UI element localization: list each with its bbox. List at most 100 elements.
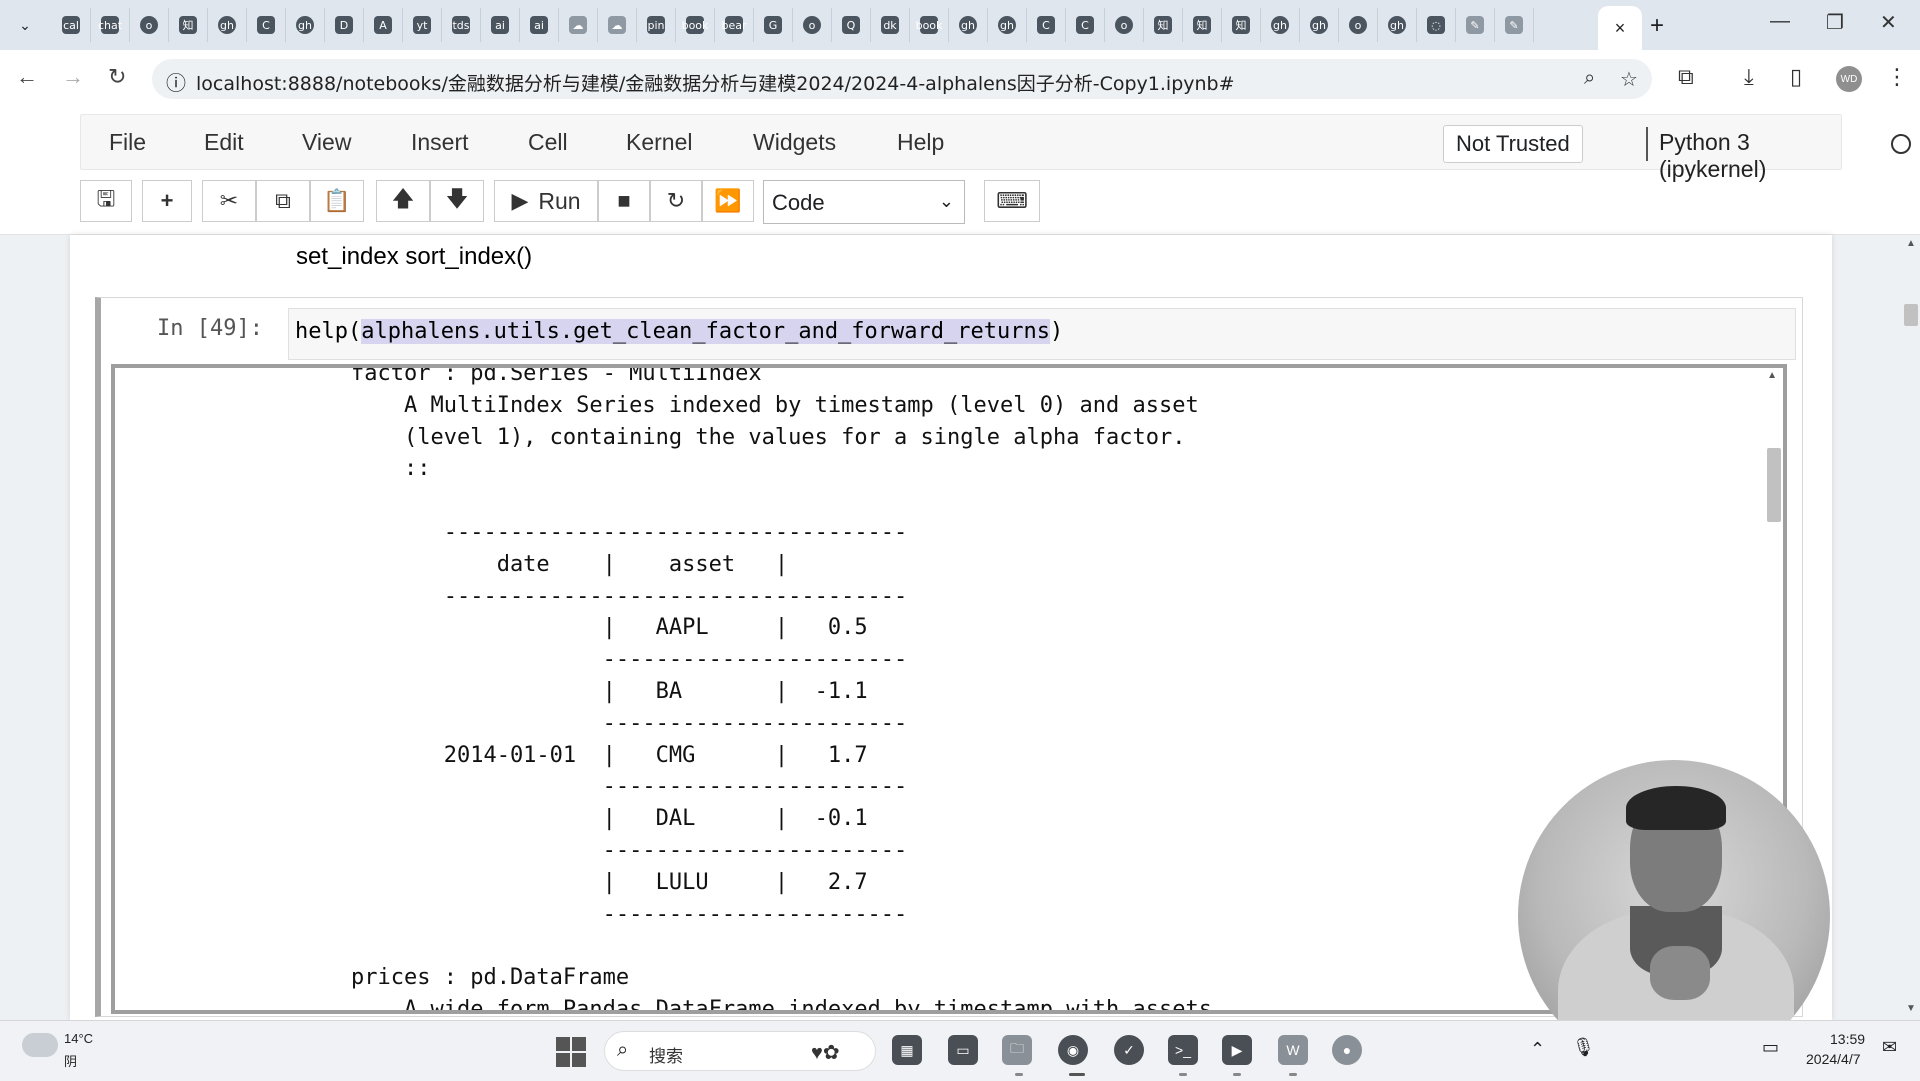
close-tab-icon[interactable]: × — [1615, 18, 1626, 39]
tab-search-chevron-icon[interactable]: ⌄ — [12, 12, 38, 38]
output-scroll-up-icon[interactable]: ▲ — [1767, 370, 1777, 381]
menu-cell[interactable]: Cell — [528, 129, 568, 156]
trust-status-button[interactable]: Not Trusted — [1443, 125, 1583, 163]
browser-tab[interactable]: o — [1105, 8, 1144, 42]
weather-condition[interactable]: 阴 — [64, 1051, 77, 1070]
browser-tab[interactable]: gh — [286, 8, 325, 42]
menu-kernel[interactable]: Kernel — [626, 129, 692, 156]
menu-file[interactable]: File — [109, 129, 146, 156]
run-button[interactable]: ▶ Run — [494, 180, 598, 222]
save-button[interactable]: 🖫 — [80, 180, 132, 222]
browser-tab[interactable]: o — [1339, 8, 1378, 42]
browser-tab[interactable]: o — [130, 8, 169, 42]
code-text[interactable]: help(alphalens.utils.get_clean_factor_an… — [295, 319, 1063, 344]
new-tab-button[interactable]: + — [1650, 12, 1664, 40]
interrupt-button[interactable]: ■ — [598, 180, 650, 222]
menu-insert[interactable]: Insert — [411, 129, 469, 156]
move-up-button[interactable]: 🡅 — [376, 180, 430, 222]
browser-tab[interactable]: ◌ — [1417, 8, 1456, 42]
taskbar-app-chrome-icon[interactable]: ◉ — [1058, 1035, 1088, 1065]
browser-menu-icon[interactable]: ⋮ — [1886, 64, 1908, 90]
output-scrollbar-thumb[interactable] — [1767, 448, 1781, 522]
download-icon[interactable]: ⤓ — [1744, 64, 1754, 90]
start-button[interactable] — [556, 1037, 586, 1067]
browser-tab[interactable]: C — [247, 8, 286, 42]
cell-type-select[interactable]: Code ⌄ — [763, 180, 965, 224]
browser-tab[interactable]: pin — [637, 8, 676, 42]
browser-tab[interactable]: C — [1027, 8, 1066, 42]
browser-tab[interactable]: gh — [1300, 8, 1339, 42]
browser-tab[interactable]: A — [364, 8, 403, 42]
active-tab[interactable]: × — [1598, 6, 1642, 50]
browser-tab[interactable]: chat — [91, 8, 130, 42]
paste-button[interactable]: 📋 — [310, 180, 364, 222]
microphone-icon[interactable]: 🎙 — [1572, 1037, 1595, 1058]
cloud-icon[interactable] — [22, 1033, 58, 1057]
clock-date[interactable]: 2024/4/7 — [1806, 1051, 1861, 1067]
menu-widgets[interactable]: Widgets — [753, 129, 836, 156]
browser-tab[interactable]: 知 — [1222, 8, 1261, 42]
browser-tab[interactable]: 知 — [1144, 8, 1183, 42]
taskbar-app-record-icon[interactable]: ● — [1332, 1035, 1362, 1065]
taskbar-app-wps-icon[interactable]: W — [1278, 1035, 1308, 1065]
browser-tab[interactable]: 知 — [1183, 8, 1222, 42]
menu-edit[interactable]: Edit — [204, 129, 244, 156]
browser-tab[interactable]: tds — [442, 8, 481, 42]
browser-tab[interactable]: bear — [715, 8, 754, 42]
taskbar-app-cmd-icon[interactable]: >_ — [1168, 1035, 1198, 1065]
browser-tab[interactable]: book — [676, 8, 715, 42]
browser-tab[interactable]: dk — [871, 8, 910, 42]
taskbar-search[interactable]: ⌕ 搜索 ♥✿ — [604, 1031, 876, 1071]
browser-tab[interactable]: o — [793, 8, 832, 42]
move-down-button[interactable]: 🡇 — [430, 180, 484, 222]
taskbar-app-explorer-icon[interactable]: 🗀 — [1002, 1035, 1032, 1065]
command-palette-button[interactable]: ⌨ — [984, 180, 1040, 222]
cut-button[interactable]: ✂ — [202, 180, 256, 222]
restore-icon[interactable]: ❐ — [1826, 10, 1844, 35]
clock-time[interactable]: 13:59 — [1830, 1031, 1865, 1047]
minimize-icon[interactable]: — — [1770, 10, 1790, 33]
site-info-icon[interactable]: ⓘ — [166, 67, 186, 96]
browser-tab[interactable]: book — [910, 8, 949, 42]
side-panel-icon[interactable]: ▯ — [1790, 64, 1802, 90]
browser-tab[interactable]: ☁ — [598, 8, 637, 42]
kernel-name[interactable]: Python 3 (ipykernel) — [1659, 129, 1841, 183]
bookmark-star-icon[interactable]: ☆ — [1620, 67, 1638, 92]
browser-tab[interactable]: ☁ — [559, 8, 598, 42]
back-icon[interactable]: ← — [16, 64, 38, 90]
browser-tab[interactable]: gh — [1378, 8, 1417, 42]
reload-icon[interactable]: ↻ — [108, 64, 126, 90]
close-window-icon[interactable]: ✕ — [1880, 10, 1897, 35]
browser-tab[interactable]: ai — [520, 8, 559, 42]
page-scroll-down-icon[interactable]: ▼ — [1906, 1003, 1916, 1014]
browser-tab[interactable]: C — [1066, 8, 1105, 42]
browser-tab[interactable]: gh — [208, 8, 247, 42]
address-bar[interactable]: ⓘ localhost:8888/notebooks/金融数据分析与建模/金融数… — [152, 59, 1652, 99]
code-input[interactable]: help(alphalens.utils.get_clean_factor_an… — [288, 308, 1796, 360]
browser-tab[interactable]: cal — [52, 8, 91, 42]
menu-view[interactable]: View — [302, 129, 351, 156]
browser-tab[interactable]: D — [325, 8, 364, 42]
extensions-icon[interactable]: ⧉ — [1678, 64, 1694, 90]
browser-tab[interactable]: Q — [832, 8, 871, 42]
browser-tab[interactable]: gh — [949, 8, 988, 42]
browser-tab[interactable]: G — [754, 8, 793, 42]
restart-run-all-button[interactable]: ⏩ — [702, 180, 754, 222]
weather-temp[interactable]: 14°C — [64, 1031, 93, 1046]
url-text[interactable]: localhost:8888/notebooks/金融数据分析与建模/金融数据分… — [196, 69, 1235, 96]
browser-tab[interactable]: gh — [1261, 8, 1300, 42]
taskbar-app-terminal-icon[interactable]: ▭ — [948, 1035, 978, 1065]
page-scrollbar-thumb[interactable] — [1904, 304, 1918, 326]
page-scroll-up-icon[interactable]: ▲ — [1906, 238, 1916, 249]
taskbar-app-player-icon[interactable]: ▶ — [1222, 1035, 1252, 1065]
profile-avatar[interactable]: WD — [1836, 66, 1862, 92]
menu-help[interactable]: Help — [897, 129, 944, 156]
browser-tab[interactable]: ✎ — [1495, 8, 1534, 42]
browser-tab[interactable]: ✎ — [1456, 8, 1495, 42]
forward-icon[interactable]: → — [62, 64, 84, 90]
taskbar-app-check-icon[interactable]: ✓ — [1114, 1035, 1144, 1065]
browser-tab[interactable]: yt — [403, 8, 442, 42]
browser-tab[interactable]: ai — [481, 8, 520, 42]
browser-tab[interactable]: gh — [988, 8, 1027, 42]
insert-cell-button[interactable]: + — [142, 180, 192, 222]
